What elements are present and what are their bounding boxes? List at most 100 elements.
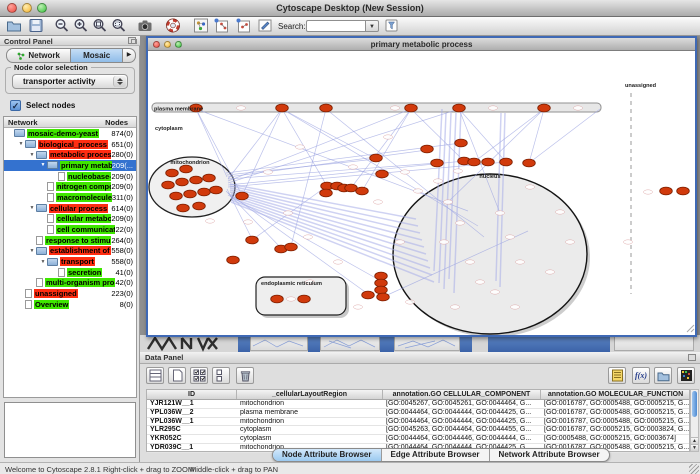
float-panel-icon[interactable] — [128, 37, 136, 44]
expand-arrow-icon[interactable]: ▼ — [28, 152, 36, 158]
network-node[interactable] — [377, 293, 390, 301]
scrollbar-thumb[interactable] — [692, 391, 697, 417]
delete-attribute-icon[interactable] — [236, 367, 254, 384]
tab-network-attribute-browser[interactable]: Network Attribute Browser — [490, 449, 609, 461]
advanced-search-icon[interactable] — [384, 18, 402, 34]
network-node[interactable] — [421, 145, 434, 153]
network-node[interactable] — [453, 104, 466, 112]
table-row[interactable]: YLR295Ccytoplasm[GO:0045263, GO:0044464,… — [147, 426, 689, 435]
expand-arrow-icon[interactable]: ▼ — [39, 162, 47, 168]
tree-row[interactable]: macromolecule311(0) — [4, 192, 136, 203]
tab-mosaic[interactable]: Mosaic — [71, 48, 123, 63]
table-row[interactable]: YJR121W__1mitochondrion[GO:0045267, GO:0… — [147, 400, 689, 409]
network-node[interactable] — [538, 104, 551, 112]
import-attributes-icon[interactable] — [654, 367, 672, 384]
zoom-selected-icon[interactable] — [111, 18, 129, 34]
network-node[interactable] — [523, 159, 536, 167]
table-row[interactable]: YPL036W__2plasma membrane[GO:0044464, GO… — [147, 409, 689, 418]
cytopanel-icon[interactable] — [193, 18, 211, 34]
create-attribute-icon[interactable] — [168, 367, 186, 384]
tree-row[interactable]: nitrogen compo209(0) — [4, 181, 136, 192]
save-session-icon[interactable] — [28, 18, 46, 34]
table-row[interactable]: YPL036W__1mitochondrion[GO:0044464, GO:0… — [147, 418, 689, 427]
unselect-all-attributes-icon[interactable] — [212, 367, 230, 384]
table-scrollbar[interactable]: ▲ ▼ — [690, 389, 699, 452]
network-node[interactable] — [190, 176, 203, 184]
network-node[interactable] — [276, 104, 289, 112]
network-node[interactable] — [176, 178, 189, 186]
attribute-list-icon[interactable] — [608, 367, 626, 384]
network-node[interactable] — [370, 154, 383, 162]
network-node[interactable] — [170, 192, 183, 200]
search-input[interactable] — [306, 20, 366, 32]
network-canvas[interactable]: plasma membranecytoplasmmitochondrionnuc… — [148, 51, 695, 335]
tree-row[interactable]: ▼biological_process651(0) — [4, 139, 136, 150]
annotation-icon[interactable] — [257, 18, 275, 34]
network-node[interactable] — [431, 159, 444, 167]
network-node[interactable] — [356, 187, 369, 195]
network-node[interactable] — [246, 236, 259, 244]
help-icon[interactable] — [165, 18, 183, 34]
network-node[interactable] — [236, 192, 249, 200]
tab-overflow-button[interactable]: ▶ — [123, 48, 136, 63]
tree-row[interactable]: nucleobase-209(0) — [4, 171, 136, 182]
function-builder-icon[interactable]: f(x) — [632, 367, 650, 384]
open-session-icon[interactable] — [6, 18, 24, 34]
network-node[interactable] — [362, 291, 375, 299]
expand-arrow-icon[interactable]: ▼ — [28, 248, 36, 254]
network-node[interactable] — [184, 190, 197, 198]
select-nodes-checkbox[interactable]: ✓ — [10, 100, 21, 111]
tab-edge-attribute-browser[interactable]: Edge Attribute Browser — [382, 449, 490, 461]
matrix-icon[interactable] — [677, 367, 695, 384]
snapshot-icon[interactable] — [137, 18, 155, 34]
tree-row[interactable]: mosaic-demo-yeast874(0) — [4, 128, 136, 139]
column-header[interactable]: ID — [147, 390, 237, 399]
network-node[interactable] — [198, 188, 211, 196]
scroll-up-icon[interactable]: ▲ — [691, 437, 698, 444]
zoom-in-icon[interactable] — [73, 18, 91, 34]
network-node[interactable] — [180, 165, 193, 173]
tree-row[interactable]: cellular metabo209(0) — [4, 214, 136, 225]
network-node[interactable] — [405, 104, 418, 112]
network-node[interactable] — [375, 286, 388, 294]
network-node[interactable] — [500, 158, 513, 166]
network-node[interactable] — [455, 139, 468, 147]
layout-a-icon[interactable] — [213, 18, 231, 34]
tree-col-network[interactable]: Network — [8, 117, 38, 127]
tree-row[interactable]: unassigned223(0) — [4, 288, 136, 299]
network-node[interactable] — [162, 181, 175, 189]
birdseye-view[interactable] — [4, 402, 136, 458]
search-dropdown-icon[interactable]: ▼ — [366, 20, 379, 32]
network-node[interactable] — [660, 187, 673, 195]
node-color-dropdown[interactable]: transporter activity — [12, 74, 128, 89]
tab-node-attribute-browser[interactable]: Node Attribute Browser — [273, 449, 382, 461]
column-header[interactable]: _cellularLayoutRegion — [237, 390, 383, 399]
network-node[interactable] — [376, 170, 389, 178]
resize-grip[interactable] — [689, 464, 699, 474]
zoom-fit-icon[interactable] — [92, 18, 110, 34]
column-header[interactable]: annotation.GO CELLULAR_COMPONENT — [383, 390, 541, 399]
table-row[interactable]: YKR052Ccytoplasm[GO:0044464, GO:0044446,… — [147, 435, 689, 444]
expand-arrow-icon[interactable]: ▼ — [17, 141, 25, 147]
scroll-down-icon[interactable]: ▼ — [691, 444, 698, 451]
network-node[interactable] — [320, 104, 333, 112]
network-graph[interactable]: plasma membranecytoplasmmitochondrionnuc… — [148, 51, 695, 335]
column-header[interactable]: annotation.GO MOLECULAR_FUNCTION — [541, 390, 691, 399]
tree-col-nodes[interactable]: Nodes — [105, 117, 128, 127]
network-node[interactable] — [298, 295, 311, 303]
tree-row[interactable]: secretion41(0) — [4, 267, 136, 278]
network-node[interactable] — [677, 187, 690, 195]
network-node[interactable] — [193, 202, 206, 210]
network-node[interactable] — [468, 158, 481, 166]
network-node[interactable] — [227, 256, 240, 264]
tree-row[interactable]: cell communicat22(0) — [4, 224, 136, 235]
expand-arrow-icon[interactable]: ▼ — [39, 259, 47, 265]
tree-row[interactable]: Overview8(0) — [4, 299, 136, 310]
tree-row[interactable]: ▼transport558(0) — [4, 256, 136, 267]
network-window-titlebar[interactable]: primary metabolic process — [148, 38, 695, 51]
tree-row[interactable]: multi-organism pro42(0) — [4, 278, 136, 289]
network-node[interactable] — [271, 295, 284, 303]
tree-row[interactable]: ▼primary metabo209(... — [4, 160, 136, 171]
data-panel-float-icon[interactable] — [688, 354, 696, 361]
select-all-attributes-icon[interactable] — [190, 367, 208, 384]
